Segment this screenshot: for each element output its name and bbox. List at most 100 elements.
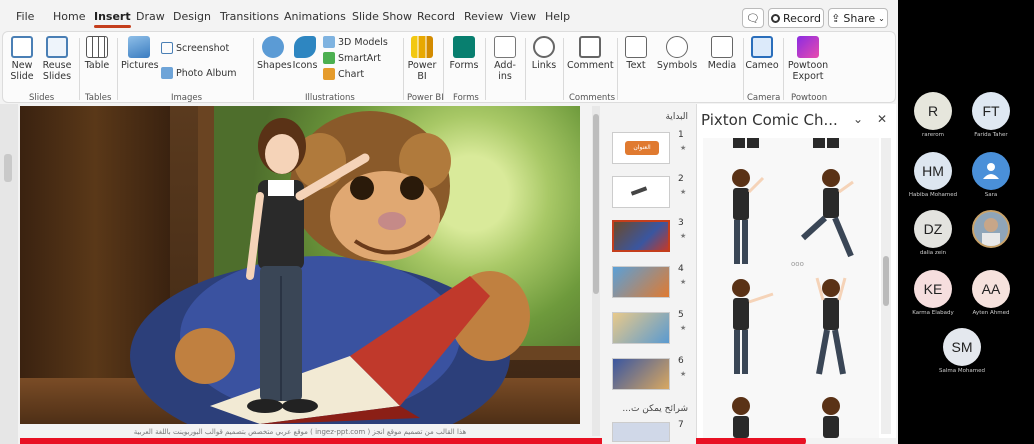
- avatar[interactable]: KE: [914, 270, 952, 308]
- tab-insert[interactable]: Insert: [94, 10, 131, 28]
- section-label-slides[interactable]: شرائح يمكن ت...: [622, 404, 688, 414]
- comments-button[interactable]: 🗨: [742, 8, 764, 28]
- chevron-down-icon: ⌄: [878, 13, 885, 23]
- slide-thumbnail-4[interactable]: [612, 266, 670, 298]
- pixton-comic-pane: Pixton Comic Ch... ⌄ ✕ ooo: [696, 104, 896, 438]
- screenshot-button[interactable]: Screenshot: [161, 42, 229, 54]
- thumbnail-title: العنوان: [625, 141, 659, 155]
- forms-icon: [453, 36, 475, 58]
- separator: [525, 38, 526, 100]
- tab-design[interactable]: Design: [173, 10, 211, 23]
- 3d-models-label: 3D Models: [338, 36, 388, 48]
- slide-thumbnail-1[interactable]: العنوان: [612, 132, 670, 164]
- person-photo-icon: [974, 212, 1008, 246]
- table-button[interactable]: Table: [83, 36, 111, 71]
- tab-draw[interactable]: Draw: [136, 10, 165, 23]
- tab-home[interactable]: Home: [53, 10, 85, 23]
- avatar[interactable]: FT: [972, 92, 1010, 130]
- tab-slide-show[interactable]: Slide Show: [352, 10, 412, 23]
- new-slide-button[interactable]: New Slide: [7, 36, 37, 82]
- slide-thumbnail-6[interactable]: [612, 358, 670, 390]
- avatar[interactable]: SM: [943, 328, 981, 366]
- share-button[interactable]: ⇪ Share ⌄: [828, 8, 888, 28]
- powtoon-export-button[interactable]: Powtoon Export: [785, 36, 831, 82]
- chart-button[interactable]: Chart: [323, 68, 364, 80]
- avatar-photo[interactable]: [972, 210, 1010, 248]
- reuse-slides-button[interactable]: Reuse Slides: [41, 36, 73, 82]
- text-button[interactable]: Text: [621, 36, 651, 71]
- avatar[interactable]: [972, 152, 1010, 190]
- separator: [743, 38, 744, 100]
- icons-button[interactable]: Icons: [291, 36, 319, 71]
- participant-name: Farida Taher: [974, 132, 1008, 138]
- left-scrollbar[interactable]: [0, 104, 18, 444]
- group-label-forms: Forms: [453, 93, 479, 103]
- power-bi-button[interactable]: Power BI: [407, 36, 437, 82]
- scrollbar-thumb[interactable]: [4, 154, 12, 182]
- slide-scrollbar[interactable]: [592, 106, 600, 436]
- symbols-button[interactable]: Symbols: [655, 36, 699, 71]
- slide-thumbnail-7[interactable]: [612, 422, 670, 442]
- slide-number: 7: [678, 420, 684, 430]
- photo-album-button[interactable]: Photo Album: [161, 67, 237, 79]
- pictures-button[interactable]: Pictures: [121, 36, 159, 71]
- chart-icon: [323, 68, 335, 80]
- slide-canvas[interactable]: [20, 106, 580, 424]
- cube-icon: [323, 36, 335, 48]
- share-label: Share: [843, 11, 876, 25]
- tab-help[interactable]: Help: [545, 10, 570, 23]
- slide-thumbnail-2[interactable]: [612, 176, 670, 208]
- forms-button[interactable]: Forms: [447, 36, 481, 71]
- power-bi-icon: [411, 36, 433, 58]
- screen: File Home Insert Draw Design Transitions…: [0, 0, 1034, 444]
- close-icon[interactable]: ✕: [877, 112, 887, 126]
- chevron-down-icon[interactable]: ⌄: [853, 112, 863, 126]
- links-label: Links: [531, 60, 557, 71]
- tab-view[interactable]: View: [510, 10, 536, 23]
- scrollbar-thumb[interactable]: [883, 256, 889, 306]
- comment-label: Comment: [567, 60, 614, 71]
- separator: [617, 38, 618, 100]
- avatar[interactable]: DZ: [914, 210, 952, 248]
- section-label-start[interactable]: البداية: [665, 112, 688, 122]
- avatar[interactable]: AA: [972, 270, 1010, 308]
- camera-icon: [751, 36, 773, 58]
- participants-panel: R rarerom FT Farida Taher HM Habiba Moha…: [898, 0, 1034, 444]
- smartart-button[interactable]: SmartArt: [323, 52, 381, 64]
- link-icon: [533, 36, 555, 58]
- tab-animations[interactable]: Animations: [284, 10, 346, 23]
- reuse-slides-label: Reuse Slides: [42, 60, 72, 82]
- scrollbar-thumb[interactable]: [593, 114, 599, 294]
- separator: [79, 38, 80, 100]
- pose-3: [732, 279, 774, 374]
- tab-file[interactable]: File: [16, 10, 34, 23]
- comment-button[interactable]: Comment: [567, 36, 614, 71]
- record-button[interactable]: Record: [768, 8, 824, 28]
- avatar[interactable]: R: [914, 92, 952, 130]
- table-icon: [86, 36, 108, 58]
- pane-scrollbar[interactable]: [881, 138, 891, 434]
- shapes-icon: [262, 36, 284, 58]
- participant-name: Ayten Ahmed: [972, 310, 1010, 316]
- media-button[interactable]: Media: [703, 36, 741, 71]
- record-label: Record: [782, 11, 821, 25]
- smartart-icon: [323, 52, 335, 64]
- addins-button[interactable]: Add-ins: [489, 36, 521, 82]
- links-button[interactable]: Links: [529, 36, 559, 71]
- monkey-reading-illustration: [130, 111, 530, 424]
- tab-record[interactable]: Record: [417, 10, 455, 23]
- shapes-button[interactable]: Shapes: [257, 36, 292, 71]
- slide-number: 6: [678, 356, 684, 366]
- avatar[interactable]: HM: [914, 152, 952, 190]
- participant-name: dalia zein: [919, 250, 947, 256]
- cameo-button[interactable]: Cameo: [745, 36, 779, 71]
- 3d-models-button[interactable]: 3D Models: [323, 36, 388, 48]
- slide-thumbnail-3[interactable]: [612, 220, 670, 252]
- star-icon: ★: [680, 232, 687, 240]
- screenshot-icon: [161, 42, 173, 54]
- text-icon: [625, 36, 647, 58]
- group-label-images: Images: [171, 93, 203, 103]
- tab-review[interactable]: Review: [464, 10, 503, 23]
- slide-thumbnail-5[interactable]: [612, 312, 670, 344]
- tab-transitions[interactable]: Transitions: [220, 10, 279, 23]
